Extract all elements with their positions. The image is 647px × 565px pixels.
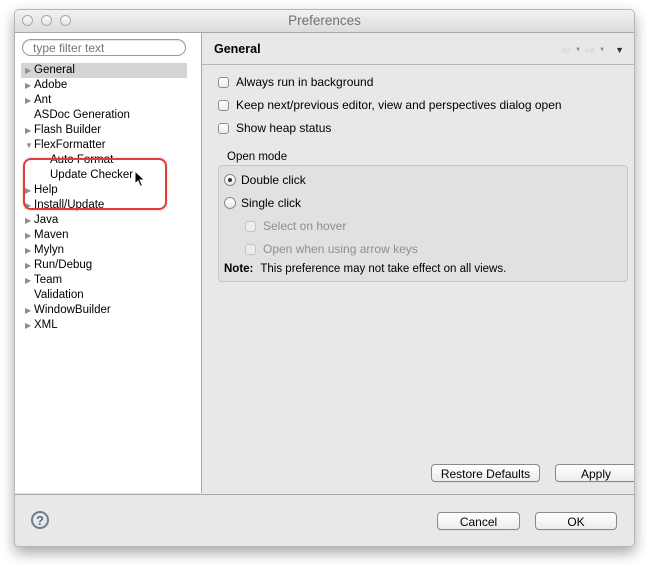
tree-item[interactable]: ▶ Java: [21, 213, 187, 228]
single-click-radio[interactable]: Single click: [224, 195, 301, 211]
radio-label: Single click: [241, 196, 302, 210]
preferences-window: Preferences ▶General▶Adobe▶AntASDoc Gene…: [14, 9, 635, 547]
show-heap-status-checkbox[interactable]: Show heap status: [218, 120, 331, 136]
window-title: Preferences: [288, 13, 361, 28]
apply-button[interactable]: Apply: [555, 464, 634, 482]
tree-item-label: Mylyn: [34, 244, 65, 256]
checkbox-box[interactable]: [245, 220, 256, 232]
checkbox-label: Show heap status: [236, 121, 332, 135]
filter-input[interactable]: [22, 39, 186, 56]
note-label: Note:: [224, 263, 254, 275]
dialog-footer: ? Cancel OK: [15, 494, 634, 546]
tree-item[interactable]: ▶ Flash Builder: [21, 123, 187, 138]
tree-item-label: Team: [34, 274, 63, 286]
keep-dialog-open-checkbox[interactable]: Keep next/previous editor, view and pers…: [218, 97, 562, 113]
always-run-in-background-checkbox[interactable]: Always run in background: [218, 74, 373, 90]
tree-item[interactable]: ▼ FlexFormatter: [21, 138, 187, 153]
tree-item[interactable]: ▶ General: [21, 63, 187, 78]
cancel-button[interactable]: Cancel: [437, 512, 520, 530]
tree-item[interactable]: ▶ XML: [21, 318, 187, 333]
open-with-arrow-keys-checkbox[interactable]: Open when using arrow keys: [245, 241, 418, 257]
ok-button[interactable]: OK: [535, 512, 617, 530]
checkbox-box[interactable]: [245, 243, 256, 255]
tree-item[interactable]: ▶ Adobe: [21, 78, 187, 93]
tree-item[interactable]: ▶ Maven: [21, 228, 187, 243]
page-title: General: [214, 42, 261, 56]
note-text: This preference may not take effect on a…: [260, 263, 507, 275]
triangle-down-icon[interactable]: ▼: [615, 45, 624, 55]
checkbox-label: Open when using arrow keys: [263, 242, 418, 256]
tree-item-label: Adobe: [34, 79, 68, 91]
content-header: General ⇦ ▼ ⇨ ▼ ▼: [202, 33, 634, 65]
checkbox-label: Always run in background: [236, 75, 374, 89]
open-mode-note: Note: This preference may not take effect…: [224, 263, 506, 275]
back-history-dropdown-icon[interactable]: ▼: [575, 47, 581, 53]
double-click-radio[interactable]: Double click: [224, 172, 306, 188]
arrow-left-icon[interactable]: ⇦: [561, 43, 571, 57]
tree-item-label: General: [34, 64, 75, 76]
preferences-sidebar: ▶General▶Adobe▶AntASDoc Generation ▶Flash…: [15, 33, 202, 493]
preferences-content: General ⇦ ▼ ⇨ ▼ ▼ Always run in backgrou…: [202, 33, 634, 493]
tree-item-label: Validation: [34, 289, 84, 301]
page-navigation: ⇦ ▼ ⇨ ▼ ▼: [561, 43, 624, 57]
tree-item[interactable]: Validation: [21, 288, 187, 303]
tree-item[interactable]: ▶ WindowBuilder: [21, 303, 187, 318]
radio-label: Double click: [241, 173, 306, 187]
tree-item[interactable]: ▶ Mylyn: [21, 243, 187, 258]
tree-item[interactable]: ▶ Ant: [21, 93, 187, 108]
open-mode-label: Open mode: [227, 151, 288, 163]
mouse-cursor-icon: [134, 170, 146, 188]
tree-item-label: Java: [34, 214, 59, 226]
forward-history-dropdown-icon[interactable]: ▼: [599, 47, 605, 53]
tree-item[interactable]: ▶ Team: [21, 273, 187, 288]
tree-item-label: ASDoc Generation: [34, 109, 130, 121]
tree-item-label: XML: [34, 319, 58, 331]
checkbox-label: Keep next/previous editor, view and pers…: [236, 98, 562, 112]
checkbox-box[interactable]: [218, 99, 229, 111]
tree-item-label: Flash Builder: [34, 124, 102, 136]
tree-item[interactable]: ASDoc Generation: [21, 108, 187, 123]
radio-button[interactable]: [224, 197, 236, 209]
checkbox-label: Select on hover: [263, 219, 347, 233]
arrow-right-icon[interactable]: ⇨: [585, 43, 595, 57]
tree-item-label: Maven: [34, 229, 69, 241]
title-bar: Preferences: [15, 10, 634, 33]
select-on-hover-checkbox[interactable]: Select on hover: [245, 218, 346, 234]
help-icon[interactable]: ?: [31, 511, 49, 529]
radio-button[interactable]: [224, 174, 236, 186]
open-mode-group: Double click Single click Select on hove…: [218, 165, 628, 282]
checkbox-box[interactable]: [218, 122, 229, 134]
tree-item-label: WindowBuilder: [34, 304, 111, 316]
tree-item-label: Run/Debug: [34, 259, 93, 271]
tree-item-label: Ant: [34, 94, 52, 106]
tree-item-label: FlexFormatter: [34, 139, 106, 151]
restore-defaults-button[interactable]: Restore Defaults: [431, 464, 540, 482]
checkbox-box[interactable]: [218, 76, 229, 88]
tree-item[interactable]: ▶ Run/Debug: [21, 258, 187, 273]
